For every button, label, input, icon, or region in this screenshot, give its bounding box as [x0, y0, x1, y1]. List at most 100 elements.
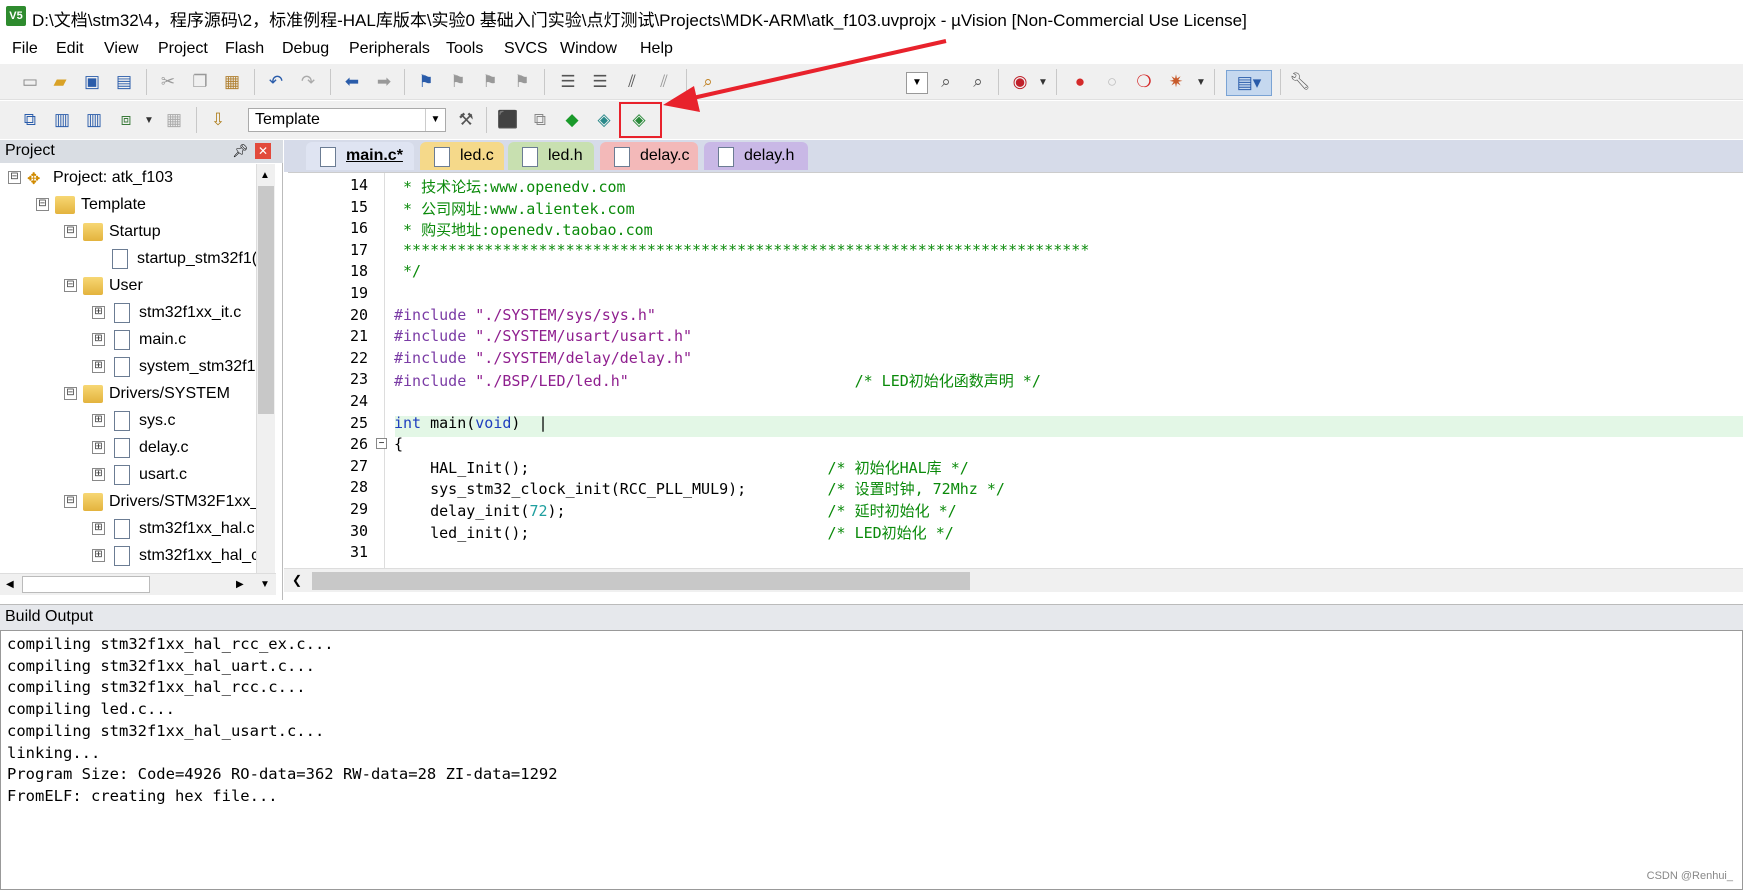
- tree-item[interactable]: ⊞ main.c: [92, 326, 186, 353]
- tree-item-label: stm32f1xx_hal_c: [139, 546, 260, 564]
- line-number: 28: [349, 478, 368, 497]
- build-output-line: Program Size: Code=4926 RO-data=362 RW-d…: [7, 765, 558, 784]
- file-icon: [114, 410, 130, 431]
- file-icon: [114, 545, 130, 566]
- code-token: /* 初始化HAL库 */: [827, 458, 969, 477]
- code-token: ) |: [511, 413, 548, 432]
- code-line: sys_stm32_clock_init(RCC_PLL_MUL9); /* 设…: [394, 478, 1005, 499]
- tree-item[interactable]: ⊟ Drivers/SYSTEM: [64, 380, 230, 407]
- code-editor[interactable]: 14 * 技术论坛:www.openedv.com 15 * 公司网址:www.a…: [288, 172, 1743, 569]
- tree-item[interactable]: startup_stm32f1(: [92, 245, 257, 272]
- tree-item-label: system_stm32f1:: [139, 357, 260, 375]
- scroll-left-icon[interactable]: ❮: [292, 573, 302, 587]
- code-token: #include: [394, 327, 476, 346]
- tree-item[interactable]: ⊟ User: [64, 272, 143, 299]
- line-number: 22: [349, 348, 368, 367]
- expand-toggle-icon[interactable]: ⊞: [92, 522, 105, 535]
- editor-area: main.c* led.c led.h delay.c delay.h 14 * 技术论…: [284, 140, 1743, 598]
- project-panel-header: Project 📌︎ ✕: [0, 140, 283, 163]
- scroll-up-icon[interactable]: ▲: [260, 170, 270, 181]
- code-token: void: [475, 413, 512, 432]
- code-token: */: [394, 262, 422, 281]
- project-horizontal-scrollbar[interactable]: ◀ ▶ ▼: [0, 573, 276, 595]
- scroll-thumb[interactable]: [22, 576, 150, 593]
- file-icon: [114, 356, 130, 377]
- line-number: 30: [349, 521, 368, 540]
- code-line: #include "./SYSTEM/sys/sys.h": [394, 306, 656, 324]
- tree-item-label: Startup: [109, 222, 161, 240]
- line-number: 31: [349, 543, 368, 562]
- tree-item[interactable]: ⊞ sys.c: [92, 407, 175, 434]
- scroll-right-icon[interactable]: ▶: [236, 579, 244, 590]
- project-icon: ✥: [27, 170, 41, 188]
- code-line: * 购买地址:openedv.taobao.com: [394, 219, 653, 240]
- expand-toggle-icon[interactable]: ⊟: [36, 198, 49, 211]
- editor-tab[interactable]: main.c*: [306, 142, 414, 170]
- file-icon: [320, 147, 336, 167]
- build-output-panel[interactable]: compiling stm32f1xx_hal_rcc_ex.c... compi…: [0, 630, 1743, 890]
- tree-item[interactable]: ⊟ ✥ Project: atk_f103: [8, 164, 173, 191]
- code-line: */: [394, 262, 421, 280]
- pin-icon[interactable]: 📌︎: [232, 143, 249, 159]
- editor-tab[interactable]: delay.c: [600, 142, 698, 170]
- expand-toggle-icon[interactable]: ⊞: [92, 306, 105, 319]
- expand-toggle-icon[interactable]: ⊞: [92, 441, 105, 454]
- folder-icon: [83, 276, 103, 295]
- code-token: "./SYSTEM/sys/sys.h": [475, 305, 656, 324]
- close-icon[interactable]: ✕: [255, 143, 271, 159]
- code-line: * 公司网址:www.alientek.com: [394, 198, 635, 219]
- code-token: /* LED初始化函数声明 */: [628, 372, 1041, 391]
- build-output-line: linking...: [7, 743, 101, 762]
- tree-item[interactable]: ⊟ Template: [36, 191, 146, 218]
- expand-toggle-icon[interactable]: ⊟: [64, 225, 77, 238]
- expand-toggle-icon[interactable]: ⊟: [64, 495, 77, 508]
- expand-toggle-icon[interactable]: ⊞: [92, 468, 105, 481]
- editor-tab[interactable]: led.c: [420, 142, 504, 170]
- code-token: /* 设置时钟, 72Mhz */: [827, 480, 1005, 499]
- code-line: * 技术论坛:www.openedv.com: [394, 176, 626, 197]
- build-output-line: FromELF: creating hex file...: [7, 786, 278, 805]
- expand-toggle-icon[interactable]: ⊟: [64, 387, 77, 400]
- project-vertical-scrollbar[interactable]: ▲: [256, 164, 275, 574]
- tree-item[interactable]: ⊞ usart.c: [92, 461, 187, 488]
- expand-toggle-icon[interactable]: ⊞: [92, 549, 105, 562]
- code-line: int main(void) |: [394, 414, 548, 432]
- tree-item[interactable]: ⊞ stm32f1xx_it.c: [92, 299, 241, 326]
- chevron-down-icon[interactable]: ▼: [260, 579, 270, 590]
- file-icon: [112, 248, 128, 269]
- tree-item[interactable]: ⊞ stm32f1xx_hal_c: [92, 542, 259, 569]
- file-icon: [614, 147, 630, 167]
- tree-item-label: User: [109, 276, 143, 294]
- build-output-line: compiling stm32f1xx_hal_usart.c...: [7, 721, 325, 740]
- tab-label: led.h: [548, 147, 583, 164]
- expand-toggle-icon[interactable]: ⊞: [92, 414, 105, 427]
- tree-item[interactable]: ⊟ Startup: [64, 218, 161, 245]
- expand-toggle-icon[interactable]: ⊞: [92, 333, 105, 346]
- file-icon: [114, 329, 130, 350]
- tree-item[interactable]: ⊟ Drivers/STM32F1xx_: [64, 488, 259, 515]
- scroll-left-icon[interactable]: ◀: [6, 579, 14, 590]
- folder-icon: [55, 195, 75, 214]
- scroll-thumb[interactable]: [312, 572, 970, 590]
- build-output-line: compiling stm32f1xx_hal_uart.c...: [7, 656, 315, 675]
- editor-tab[interactable]: delay.h: [704, 142, 808, 170]
- editor-horizontal-scrollbar[interactable]: ❮: [284, 568, 1743, 592]
- file-icon: [114, 302, 130, 323]
- expand-toggle-icon[interactable]: ⊞: [92, 360, 105, 373]
- expand-toggle-icon[interactable]: ⊟: [64, 279, 77, 292]
- editor-tab[interactable]: led.h: [508, 142, 594, 170]
- code-line: HAL_Init(); /* 初始化HAL库 */: [394, 457, 969, 478]
- tree-item[interactable]: ⊞ stm32f1xx_hal.c: [92, 515, 255, 542]
- scroll-thumb[interactable]: [258, 186, 274, 414]
- tree-item-label: startup_stm32f1(: [137, 249, 258, 267]
- tree-item[interactable]: ⊞ delay.c: [92, 434, 189, 461]
- tree-item[interactable]: ⊞ system_stm32f1:: [92, 353, 260, 380]
- build-output-header: Build Output: [0, 604, 1743, 630]
- code-token: HAL_Init();: [394, 458, 828, 477]
- fold-toggle-icon[interactable]: −: [376, 438, 387, 450]
- file-icon: [522, 147, 538, 167]
- code-token: /* LED初始化 */: [827, 523, 954, 542]
- code-token: delay_init(: [394, 502, 530, 520]
- expand-toggle-icon[interactable]: ⊟: [8, 171, 21, 184]
- tab-label: main.c*: [346, 147, 403, 164]
